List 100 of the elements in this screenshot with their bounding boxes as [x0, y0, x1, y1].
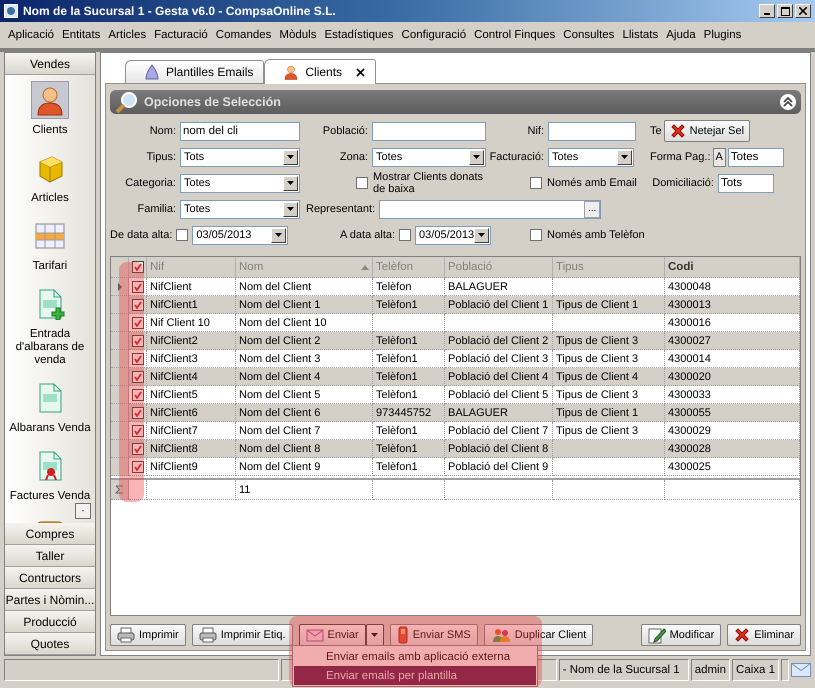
- dropdown-arrow-icon: [287, 207, 294, 211]
- row-checkbox[interactable]: [132, 370, 144, 382]
- section-title: Opciones de Selección: [144, 95, 282, 109]
- sidebar-item[interactable]: Factures Venda: [10, 490, 90, 503]
- field-label: Tipus:: [145, 151, 176, 163]
- checkbox[interactable]: [530, 177, 542, 189]
- picker-button[interactable]: A: [712, 148, 726, 166]
- caret-icon: [371, 633, 378, 637]
- menu-item[interactable]: Mòduls: [275, 29, 320, 41]
- sidebar-item[interactable]: Tarifari: [32, 260, 68, 273]
- envelope-icon: [791, 663, 812, 677]
- sidebar-group-header[interactable]: Partes i Nòmin...: [5, 589, 95, 611]
- sidebar-group-header[interactable]: Vendes: [5, 53, 95, 75]
- row-checkbox[interactable]: [132, 460, 144, 472]
- table-cell: Nom del Client 8: [236, 440, 373, 458]
- chevrons-up-icon: [779, 93, 797, 111]
- toolbar-button[interactable]: Imprimir Etiq.: [192, 624, 292, 646]
- sidebar-item[interactable]: Albarans Venda: [9, 422, 91, 435]
- dropdown-field[interactable]: Totes: [372, 148, 486, 166]
- row-checkbox[interactable]: [132, 388, 144, 400]
- field-label: Familia:: [136, 203, 176, 215]
- menu-item[interactable]: Estadístiques: [320, 29, 398, 41]
- dropdown-field[interactable]: 03/05/2013: [415, 226, 492, 244]
- toolbar-button[interactable]: Enviar SMS: [390, 624, 478, 646]
- menu-item[interactable]: Control Finques: [470, 29, 560, 41]
- dropdown-field[interactable]: Tots: [180, 148, 300, 166]
- dropdown-arrow-icon: [621, 155, 628, 159]
- scroll-down-button[interactable]: [75, 503, 91, 519]
- menu-item[interactable]: Consultes: [559, 29, 618, 41]
- sigma-icon: [115, 485, 124, 494]
- row-checkbox[interactable]: [132, 352, 144, 364]
- sidebar-item[interactable]: Entrada d'albarans de venda: [7, 328, 93, 367]
- checkbox[interactable]: [399, 229, 412, 241]
- row-header[interactable]: [111, 278, 129, 296]
- menu-item[interactable]: Configuració: [398, 29, 470, 41]
- column-header[interactable]: Codi: [665, 257, 800, 278]
- sidebar-item[interactable]: Clients: [32, 124, 68, 137]
- text-field[interactable]: [372, 122, 486, 140]
- dropdown-toggle-button[interactable]: [366, 624, 384, 646]
- select-all-checkbox[interactable]: [132, 261, 144, 273]
- menu-item[interactable]: Enviar emails per plantilla: [294, 666, 536, 685]
- toolbar-button[interactable]: Modificar: [640, 624, 722, 646]
- clear-selection-button[interactable]: Netejar Sel: [664, 120, 750, 142]
- current-row-icon: [118, 282, 122, 290]
- row-checkbox[interactable]: [132, 334, 144, 346]
- menu-item[interactable]: Aplicació: [4, 29, 58, 41]
- menu-item[interactable]: Comandes: [212, 29, 276, 41]
- field-label: Facturació:: [488, 151, 544, 163]
- toolbar-button[interactable]: Enviar: [298, 624, 366, 646]
- sidebar-group-header[interactable]: Quotes: [5, 633, 95, 655]
- sidebar-group-header[interactable]: Contructors: [5, 567, 95, 589]
- field-label: Representant:: [306, 203, 376, 215]
- dropdown-field[interactable]: Totes: [180, 174, 300, 192]
- menu-item[interactable]: Llistats: [618, 29, 662, 41]
- text-field[interactable]: Totes: [728, 148, 784, 166]
- menu-item[interactable]: Facturació: [150, 29, 212, 41]
- sidebar-item[interactable]: Articles: [31, 192, 69, 205]
- checkbox-label: Només amb Email: [547, 177, 637, 189]
- checkbox[interactable]: [176, 229, 188, 241]
- sidebar-group-header[interactable]: Compres: [5, 523, 95, 545]
- printer-icon: [117, 627, 135, 643]
- row-checkbox[interactable]: [132, 316, 144, 328]
- checkbox[interactable]: [356, 177, 368, 189]
- menu-item[interactable]: Ajuda: [662, 29, 700, 41]
- menu-item[interactable]: Entitats: [58, 29, 104, 41]
- tab[interactable]: Clients: [264, 59, 376, 84]
- delete-icon: [734, 627, 750, 643]
- minimize-button[interactable]: [759, 4, 775, 18]
- close-button[interactable]: [795, 4, 811, 18]
- checkmark-icon: [134, 390, 142, 398]
- toolbar-button[interactable]: Duplicar Client: [484, 624, 594, 646]
- browse-button[interactable]: ...: [584, 200, 600, 218]
- field-label: Població:: [322, 125, 368, 137]
- menu-item[interactable]: Enviar emails amb aplicació externa: [294, 647, 536, 666]
- lookup-field[interactable]: ...: [379, 200, 602, 218]
- table-cell: Tipus de Client 4: [553, 368, 665, 386]
- dropdown-field[interactable]: Totes: [180, 200, 300, 218]
- row-checkbox[interactable]: [132, 424, 144, 436]
- table-cell: Nom del Client 9: [236, 458, 373, 476]
- toolbar-button[interactable]: Eliminar: [727, 624, 801, 646]
- menu-item[interactable]: Articles: [104, 29, 150, 41]
- text-field[interactable]: [548, 122, 636, 140]
- row-checkbox[interactable]: [132, 442, 144, 454]
- dropdown-field[interactable]: 03/05/2013: [192, 226, 288, 244]
- row-checkbox[interactable]: [132, 406, 144, 418]
- maximize-button[interactable]: [777, 4, 793, 18]
- dropdown-field[interactable]: Totes: [548, 148, 634, 166]
- row-checkbox[interactable]: [132, 280, 144, 292]
- row-checkbox[interactable]: [132, 298, 144, 310]
- collapse-button[interactable]: [779, 93, 797, 111]
- field-label: Te: [650, 125, 662, 137]
- checkbox[interactable]: [530, 229, 542, 241]
- text-field[interactable]: nom del cli: [180, 122, 300, 140]
- text-field[interactable]: Tots: [718, 174, 774, 192]
- tab[interactable]: Plantilles Emails: [125, 60, 264, 83]
- menu-item[interactable]: Plugins: [700, 29, 746, 41]
- sidebar-group-header[interactable]: Producció: [5, 611, 95, 633]
- sidebar-group-header[interactable]: Taller: [5, 545, 95, 567]
- toolbar-button[interactable]: Imprimir: [110, 624, 186, 646]
- template-icon: [144, 64, 160, 80]
